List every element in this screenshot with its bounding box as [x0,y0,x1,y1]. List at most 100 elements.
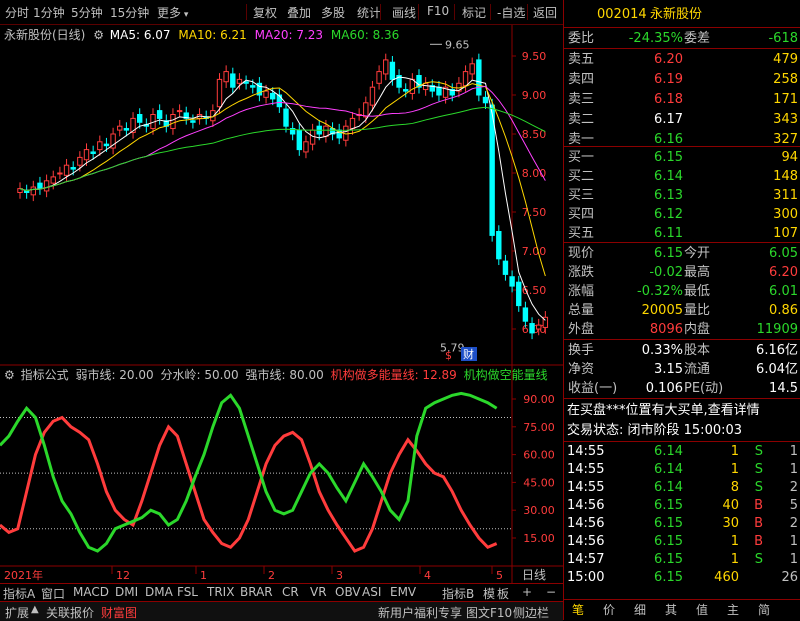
notice-row[interactable]: 在买盘***位置有大买单,查看详情 [564,401,800,420]
ask-label: 卖三 [568,92,595,107]
more-dropdown-icon[interactable]: ▾ [181,10,189,20]
toolbar-item-5[interactable]: 复权 [253,4,277,21]
stat-label: 收益(一) [568,381,618,396]
indicator-title[interactable]: 指标公式 [21,368,69,382]
toolbar-separator [454,4,455,20]
bottom-bar-item-3[interactable]: 新用户福利专享 [378,604,462,621]
candle-body [90,151,96,155]
stat-value: 6.05 [769,246,798,261]
date-tick-label: 2021年 [4,568,43,582]
bid-row: 买五 6.11 107 [564,224,800,243]
toolbar-item-11[interactable]: 标记 [462,4,486,21]
bottom-bar-item-2[interactable]: 财富图 [101,604,137,621]
quote-tab-3[interactable]: 其 [665,601,677,620]
candle-body [103,143,110,147]
indicator-tab-12[interactable]: EMV [390,585,416,600]
toolbar-item-6[interactable]: 叠加 [287,4,311,21]
quote-tab-4[interactable]: 值 [696,601,708,620]
bottom-bar-item-1[interactable]: 关联报价 [46,604,94,621]
toolbar-item-2[interactable]: 5分钟 [71,4,103,21]
indicator-tab-17[interactable]: − [546,585,556,600]
candle-body [70,167,76,170]
indicator-tab-8[interactable]: CR [282,585,299,600]
stat-label: 外盘 [568,322,595,337]
quote-tab-0[interactable]: 笔 [572,601,584,620]
low-price-marker: 5.79 [440,341,465,354]
indicator-tab-14[interactable]: 模 [483,585,495,601]
candle-body [536,324,542,330]
toolbar-item-7[interactable]: 多股 [321,4,345,21]
tick-price: 6.15 [654,570,683,585]
ask-volume: 171 [773,92,798,107]
indicator-tab-10[interactable]: OBV [335,585,361,600]
stat-value: -0.32% [637,284,683,299]
bid-label: 买二 [568,169,595,184]
candle-body [283,108,289,127]
stat-row: 涨跌 -0.02 最高 6.20 [564,263,800,282]
bottom-bar-item-4[interactable]: 图文F10 [466,604,512,621]
candle-body [516,281,522,307]
divider [564,48,800,49]
tick-count: 5 [789,498,798,513]
stat-value: 0.86 [769,303,798,318]
stat-row: 净资 3.15 流通 6.04亿 [564,360,800,379]
indicator-tab-11[interactable]: ASI [362,585,381,600]
s-marker-icon[interactable]: $ [445,349,452,362]
indicator-tab-3[interactable]: DMI [115,585,138,600]
indicator-tab-0[interactable]: 指标A [3,585,35,601]
indicator-tab-1[interactable]: 窗口 [41,585,65,601]
quote-tab-5[interactable]: 主 [727,601,739,620]
stat-label: 量比 [684,303,711,318]
tick-time: 14:55 [567,480,605,495]
indicator-tab-15[interactable]: 板 [497,585,509,601]
toolbar-item-10[interactable]: F10 [427,4,449,18]
period-label[interactable]: 日线 [522,566,546,583]
kline-chart[interactable]: 9.509.008.508.007.507.006.506.009.655.79… [0,25,563,583]
indicator-tick-label: 45.00 [523,476,555,489]
indicator-tab-7[interactable]: BRAR [240,585,273,600]
bid-row: 买二 6.14 148 [564,167,800,186]
toolbar-item-8[interactable]: 统计 [357,4,381,21]
candle-body [462,71,469,87]
expand-arrow-icon[interactable]: ▲ [31,604,39,615]
indicator-tab-6[interactable]: TRIX [207,585,234,600]
toolbar-item-0[interactable]: 分时 [5,4,29,21]
indicator-tab-2[interactable]: MACD [73,585,109,600]
indicator-tab-13[interactable]: 指标B [442,585,474,601]
toolbar-item-1[interactable]: 1分钟 [33,4,65,21]
ma10-label: MA10: 6.21 [178,28,247,42]
indicator-tab-16[interactable]: + [522,585,532,600]
toolbar-separator [418,4,419,20]
stat-label: 流通 [684,362,711,377]
candle-body [176,110,183,113]
indicator-tab-5[interactable]: FSL [177,585,198,600]
ask-row: 卖三 6.18 171 [564,90,800,109]
indicator-tab-9[interactable]: VR [310,585,327,600]
bottom-bar-item-0[interactable]: 扩展 [5,604,29,621]
candle-body [23,190,30,194]
candle-body [296,129,303,151]
indicator-tab-4[interactable]: DMA [145,585,173,600]
toolbar-item-3[interactable]: 15分钟 [110,4,149,21]
bottom-bar: 扩展 关联报价 财富图 新用户福利专享 图文F10 侧边栏 ▲ [0,601,563,621]
ask-price: 6.20 [654,52,683,67]
candle-body [422,82,429,91]
stat-label: 最低 [684,284,711,299]
date-tick-label: 1 [200,569,207,582]
quote-tab-2[interactable]: 细 [634,601,646,620]
toolbar-item-13[interactable]: 返回 [533,4,557,21]
bid-row: 买三 6.13 311 [564,186,800,205]
indicator-header: ⚙ 指标公式 弱市线: 20.00 分水岭: 50.00 强市线: 80.00 … [4,366,548,383]
toolbar-item-12[interactable]: -自选 [497,4,525,21]
quote-tab-6[interactable]: 简 [758,601,770,620]
toolbar-item-4[interactable]: 更多 ▾ [157,4,188,21]
indicator-tick-label: 60.00 [523,449,555,462]
tick-price: 6.15 [654,552,683,567]
quote-tab-1[interactable]: 价 [603,601,615,620]
high-price-marker: 9.65 [445,38,470,51]
toolbar-item-9[interactable]: 画线 [392,4,416,21]
indicator-settings-icon[interactable]: ⚙ [4,368,15,382]
bid-row: 买四 6.12 300 [564,205,800,224]
settings-icon[interactable]: ⚙ [93,28,104,42]
bottom-bar-item-5[interactable]: 侧边栏 [513,604,549,621]
